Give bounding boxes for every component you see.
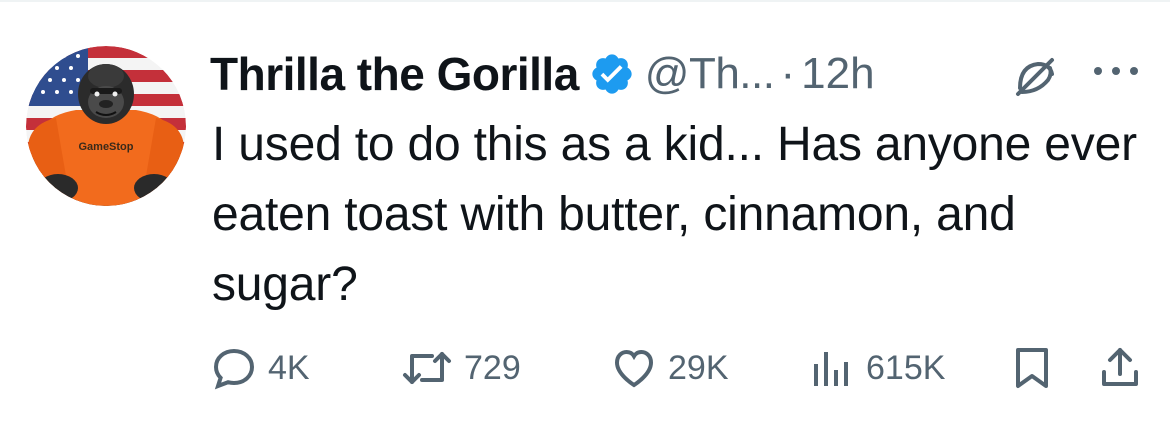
views-button[interactable]: 615K (808, 340, 945, 396)
repost-count: 729 (464, 348, 521, 387)
grok-icon[interactable] (1010, 52, 1060, 102)
verified-badge-icon[interactable] (589, 51, 635, 97)
display-name[interactable]: Thrilla the Gorilla (210, 47, 579, 101)
bookmark-icon (1008, 344, 1056, 392)
views-icon (808, 344, 856, 392)
separator-dot: · (780, 49, 796, 98)
bookmark-button[interactable] (1008, 340, 1056, 396)
reply-icon (210, 344, 258, 392)
reply-count: 4K (268, 348, 310, 387)
tweet[interactable]: GameStop Thrilla the Gorilla @Th... · 12… (0, 0, 1170, 422)
views-count: 615K (866, 348, 946, 387)
reply-button[interactable]: 4K (210, 340, 310, 396)
repost-icon (400, 344, 454, 392)
timestamp[interactable]: 12h (801, 49, 874, 99)
tweet-text: I used to do this as a kid... Has anyone… (212, 118, 1137, 311)
like-count: 29K (668, 348, 729, 387)
share-icon (1096, 344, 1144, 392)
share-button[interactable] (1096, 340, 1144, 396)
repost-button[interactable]: 729 (400, 340, 521, 396)
gorilla-avatar-icon: GameStop (26, 46, 186, 206)
handle[interactable]: @Th... (645, 49, 775, 99)
avatar[interactable]: GameStop (26, 46, 186, 206)
avatar-shirt-text: GameStop (78, 141, 133, 153)
like-icon (610, 344, 658, 392)
more-icon[interactable] (1086, 56, 1146, 86)
like-button[interactable]: 29K (610, 340, 729, 396)
tweet-header: Thrilla the Gorilla @Th... · 12h (210, 44, 875, 104)
action-bar: 4K 729 29K 615K (210, 340, 1160, 396)
